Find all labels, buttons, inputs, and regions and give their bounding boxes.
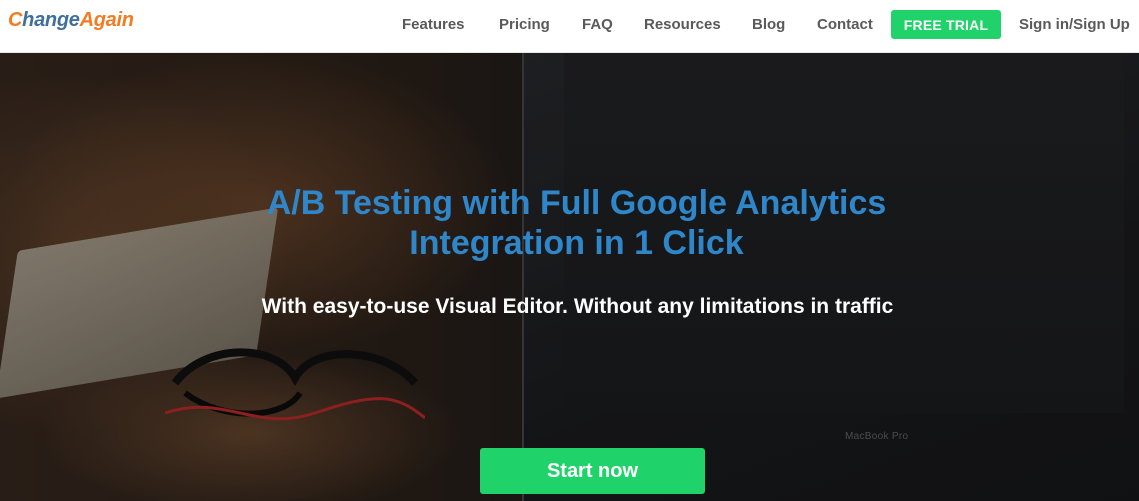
start-now-button[interactable]: Start now [480, 448, 705, 494]
hero-section: MacBook Pro A/B Testing with Full Google… [0, 53, 1139, 501]
nav-link-resources[interactable]: Resources [644, 16, 721, 34]
logo-text-c: C [8, 9, 23, 31]
hero-subheadline: With easy-to-use Visual Editor. Without … [261, 295, 894, 318]
hero-headline-line1: A/B Testing with Full Google Analytics [266, 184, 887, 222]
hero-headline-line2: Integration in 1 Click [409, 224, 744, 262]
sign-in-sign-up-link[interactable]: Sign in/Sign Up [1019, 16, 1130, 34]
logo-text: ChangeAgain [8, 7, 134, 33]
hero-dark-overlay [0, 53, 1139, 501]
changeagain-logo[interactable]: ChangeAgain [8, 7, 134, 33]
free-trial-button[interactable]: FREE TRIAL [891, 10, 1001, 39]
top-navigation-bar: ChangeAgain Features Pricing FAQ Resourc… [0, 0, 1139, 53]
nav-link-contact[interactable]: Contact [817, 16, 873, 34]
hero-headline: A/B Testing with Full Google Analytics I… [0, 183, 1139, 263]
nav-link-blog[interactable]: Blog [752, 16, 785, 34]
nav-link-faq[interactable]: FAQ [582, 16, 613, 34]
nav-link-features[interactable]: Features [402, 16, 465, 34]
logo-text-change: hange [22, 9, 80, 31]
logo-text-again: Again [79, 9, 134, 31]
nav-link-pricing[interactable]: Pricing [499, 16, 550, 34]
